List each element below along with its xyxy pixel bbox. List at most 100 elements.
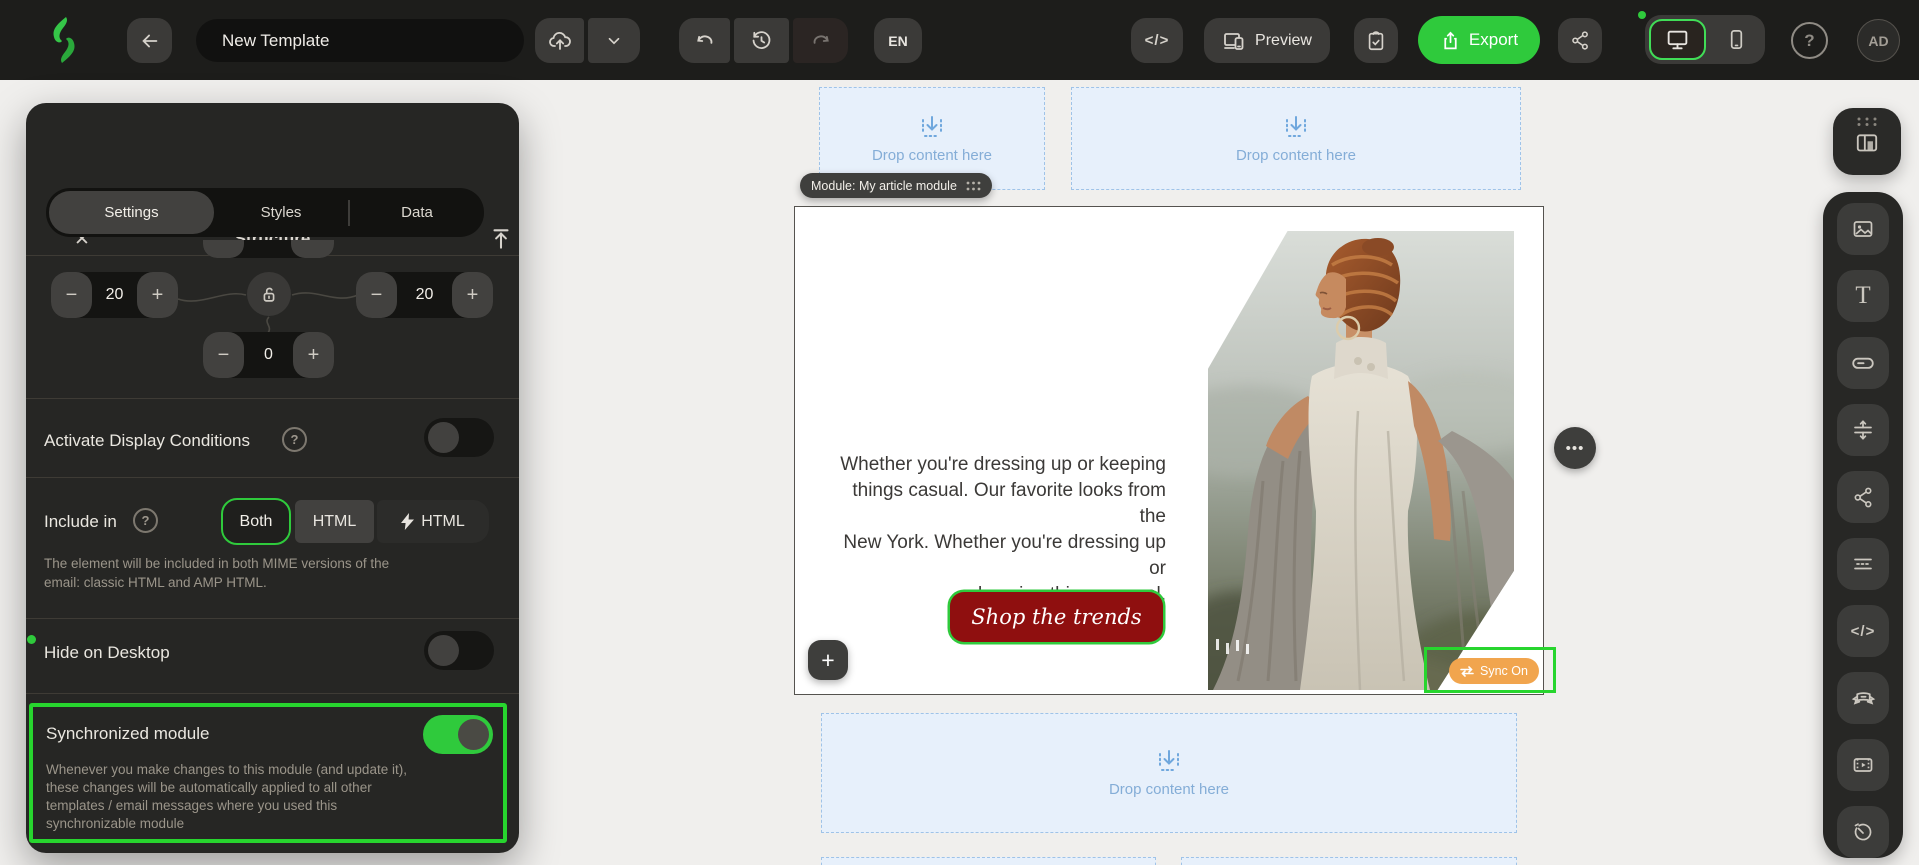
module-name-tag[interactable]: Module: My article module xyxy=(800,173,992,198)
shop-trends-button[interactable]: Shop the trends xyxy=(950,592,1163,642)
shop-trends-label: Shop the trends xyxy=(971,605,1141,629)
undo-button[interactable] xyxy=(679,18,730,63)
padding-left-value[interactable]: 20 xyxy=(92,286,137,304)
export-button[interactable]: Export xyxy=(1418,16,1540,64)
drop-placeholder-label: Drop content here xyxy=(1236,147,1356,164)
sync-on-label: Sync On xyxy=(1480,664,1528,678)
sidebar-tool-spacer[interactable] xyxy=(1837,404,1889,456)
sidebar-tool-video[interactable] xyxy=(1837,739,1889,791)
article-text-line: Whether you're dressing up or keeping xyxy=(836,452,1166,478)
sidebar-tool-structures[interactable] xyxy=(1833,108,1901,175)
include-in-label: Include in xyxy=(44,512,117,532)
plus-icon: + xyxy=(152,284,164,307)
share-nodes-icon xyxy=(1570,30,1591,51)
padding-bottom-value[interactable]: 0 xyxy=(244,346,293,364)
stepper-button-stub[interactable] xyxy=(203,240,244,258)
preview-label: Preview xyxy=(1255,32,1312,50)
drop-zone-bottom[interactable]: Drop content here xyxy=(821,713,1517,833)
redo-icon xyxy=(810,30,832,52)
export-share-icon xyxy=(1440,30,1461,51)
plus-button[interactable]: + xyxy=(293,332,334,378)
redo-button[interactable] xyxy=(793,18,848,63)
minus-button[interactable]: − xyxy=(356,272,397,318)
sidebar-tool-banner[interactable] xyxy=(1837,672,1889,724)
include-amp-label: HTML xyxy=(421,513,465,531)
sync-on-badge[interactable]: Sync On xyxy=(1449,658,1539,684)
test-checklist-button[interactable] xyxy=(1354,18,1398,63)
drop-zone-partial-right[interactable] xyxy=(1181,857,1517,865)
padding-right-stepper: − 20 + xyxy=(356,272,493,318)
timer-icon xyxy=(1851,820,1875,844)
hide-on-desktop-toggle[interactable] xyxy=(424,631,494,670)
sidebar-tool-social[interactable] xyxy=(1837,471,1889,523)
help-icon: ? xyxy=(1804,31,1814,51)
devices-icon xyxy=(1222,29,1246,53)
tab-data-label: Data xyxy=(401,204,433,221)
include-in-help-button[interactable]: ? xyxy=(133,508,158,533)
description-line: The element will be included in both MIM… xyxy=(44,555,389,574)
minus-button[interactable]: − xyxy=(51,272,92,318)
toggle-knob xyxy=(458,719,489,750)
display-conditions-help-button[interactable]: ? xyxy=(282,427,307,452)
display-conditions-toggle[interactable] xyxy=(424,418,494,457)
help-button[interactable]: ? xyxy=(1791,22,1828,59)
template-name-input[interactable]: New Template xyxy=(196,19,524,62)
stepper-button-stub[interactable] xyxy=(291,240,334,258)
sidebar-tool-button[interactable] xyxy=(1837,337,1889,389)
include-in-both-button[interactable]: Both xyxy=(221,498,291,545)
plus-button[interactable]: + xyxy=(452,272,493,318)
video-icon xyxy=(1851,753,1875,777)
padding-bottom-stepper: − 0 + xyxy=(203,332,334,378)
article-photo[interactable] xyxy=(1208,231,1514,690)
panel-detach-button[interactable] xyxy=(488,226,514,252)
sidebar-tool-menu[interactable] xyxy=(1837,538,1889,590)
save-options-dropdown-button[interactable] xyxy=(588,18,640,63)
synchronized-module-label: Synchronized module xyxy=(46,724,209,744)
back-button[interactable] xyxy=(127,18,172,63)
divider xyxy=(26,618,519,619)
article-text[interactable]: Whether you're dressing up or keeping th… xyxy=(836,452,1166,608)
device-toggle-group xyxy=(1645,15,1765,64)
language-button[interactable]: EN xyxy=(874,18,922,63)
drop-here-icon xyxy=(1283,114,1309,140)
padding-left-stepper: − 20 + xyxy=(51,272,178,318)
sidebar-tool-text[interactable]: T xyxy=(1837,270,1889,322)
sidebar-tool-html[interactable]: </> xyxy=(1837,605,1889,657)
history-button[interactable] xyxy=(734,18,789,63)
social-share-icon xyxy=(1852,486,1875,509)
plus-button[interactable]: + xyxy=(137,272,178,318)
spacer-icon xyxy=(1851,418,1875,442)
code-editor-button[interactable]: </> xyxy=(1131,18,1183,63)
mobile-icon xyxy=(1725,28,1748,51)
tab-data[interactable]: Data xyxy=(350,204,484,221)
tab-settings-label: Settings xyxy=(104,204,158,221)
desktop-view-button[interactable] xyxy=(1649,19,1706,60)
sidebar-tool-image[interactable] xyxy=(1837,203,1889,255)
description-line: Whenever you make changes to this module… xyxy=(46,761,407,779)
padding-right-value[interactable]: 20 xyxy=(397,286,452,304)
help-icon: ? xyxy=(291,432,299,447)
include-in-html-button[interactable]: HTML xyxy=(295,500,374,543)
drop-placeholder-label: Drop content here xyxy=(872,147,992,164)
add-block-button[interactable]: + xyxy=(808,640,848,680)
drop-zone-partial-left[interactable] xyxy=(821,857,1156,865)
sidebar-tool-timer[interactable] xyxy=(1837,806,1889,858)
divider xyxy=(26,398,519,399)
include-in-amp-html-button[interactable]: HTML xyxy=(377,500,489,543)
padding-lock-button[interactable] xyxy=(247,272,291,316)
tab-styles-label: Styles xyxy=(261,204,302,221)
share-button[interactable] xyxy=(1558,18,1602,63)
drop-zone-top-right[interactable]: Drop content here xyxy=(1071,87,1521,190)
tab-settings[interactable]: Settings xyxy=(49,191,214,234)
synchronized-module-toggle[interactable] xyxy=(423,715,493,754)
module-more-button[interactable]: ••• xyxy=(1554,427,1596,469)
mobile-view-button[interactable] xyxy=(1707,15,1765,64)
hide-desktop-marker-dot xyxy=(27,635,36,644)
status-green-dot xyxy=(1638,11,1646,19)
banner-icon xyxy=(1851,686,1876,711)
save-upload-button[interactable] xyxy=(535,18,584,63)
tab-styles[interactable]: Styles xyxy=(214,204,348,221)
account-avatar[interactable]: AD xyxy=(1857,19,1900,62)
minus-button[interactable]: − xyxy=(203,332,244,378)
preview-button[interactable]: Preview xyxy=(1204,18,1330,63)
